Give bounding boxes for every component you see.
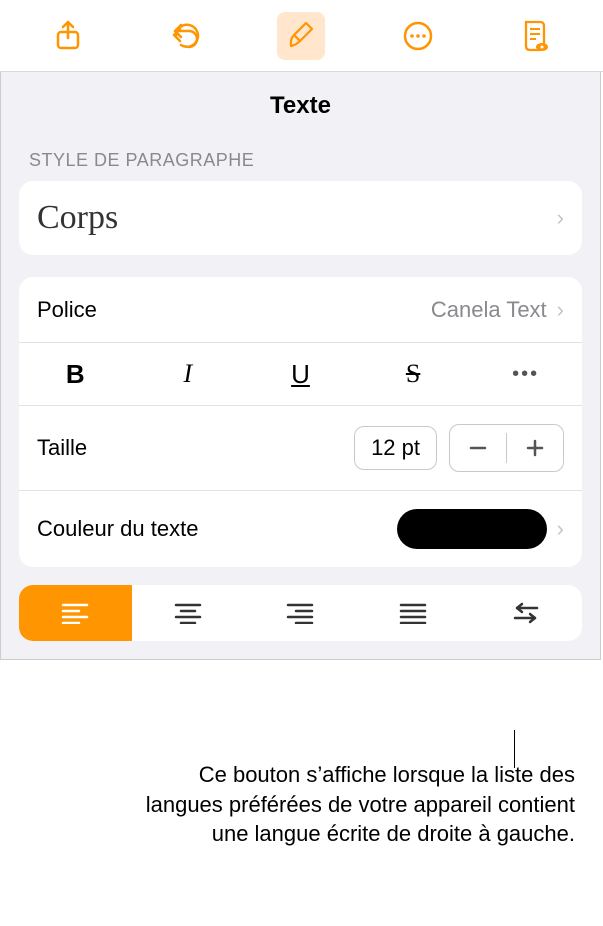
- size-stepper: [449, 424, 564, 472]
- panel-title: Texte: [1, 72, 600, 150]
- size-label: Taille: [37, 435, 354, 461]
- align-center-icon: [174, 602, 202, 624]
- paragraph-style-card: Corps ›: [19, 181, 582, 255]
- underline-button[interactable]: U: [244, 343, 357, 405]
- paragraph-style-name: Corps: [37, 199, 547, 237]
- chevron-right-icon: ›: [557, 297, 564, 323]
- reader-button[interactable]: [511, 12, 559, 60]
- size-decrease-button[interactable]: [450, 425, 506, 471]
- plus-icon: [525, 438, 545, 458]
- format-panel: Texte STYLE DE PARAGRAPHE Corps › Police…: [0, 72, 601, 660]
- share-icon: [54, 20, 82, 52]
- more-styles-button[interactable]: •••: [469, 343, 582, 405]
- document-eye-icon: [520, 19, 550, 53]
- size-value[interactable]: 12 pt: [354, 426, 437, 470]
- size-increase-button[interactable]: [507, 425, 563, 471]
- paragraph-style-header: STYLE DE PARAGRAPHE: [1, 150, 600, 181]
- align-right-icon: [286, 602, 314, 624]
- align-center-button[interactable]: [132, 585, 245, 641]
- italic-button[interactable]: I: [132, 343, 245, 405]
- size-row: Taille 12 pt: [19, 406, 582, 491]
- font-value: Canela Text: [431, 297, 547, 323]
- top-toolbar: [0, 0, 603, 72]
- undo-button[interactable]: [161, 12, 209, 60]
- color-swatch[interactable]: [397, 509, 547, 549]
- align-justify-button[interactable]: [357, 585, 470, 641]
- paragraph-style-row[interactable]: Corps ›: [19, 181, 582, 255]
- ellipsis-circle-icon: [402, 20, 434, 52]
- text-color-label: Couleur du texte: [37, 516, 397, 542]
- undo-icon: [169, 22, 201, 50]
- strikethrough-button[interactable]: S: [357, 343, 470, 405]
- align-justify-icon: [399, 602, 427, 624]
- share-button[interactable]: [44, 12, 92, 60]
- bidi-arrows-icon: [511, 601, 541, 625]
- callout-text: Ce bouton s’affiche lorsque la liste des…: [135, 760, 575, 849]
- more-menu-button[interactable]: [394, 12, 442, 60]
- align-left-icon: [61, 602, 89, 624]
- bold-button[interactable]: B: [19, 343, 132, 405]
- text-color-row[interactable]: Couleur du texte ›: [19, 491, 582, 567]
- style-buttons-row: B I U S •••: [19, 343, 582, 406]
- align-left-button[interactable]: [19, 585, 132, 641]
- text-properties-card: Police Canela Text › B I U S ••• Taille …: [19, 277, 582, 567]
- font-row[interactable]: Police Canela Text ›: [19, 277, 582, 343]
- text-direction-button[interactable]: [469, 585, 582, 641]
- font-label: Police: [37, 297, 431, 323]
- chevron-right-icon: ›: [557, 516, 564, 542]
- align-right-button[interactable]: [244, 585, 357, 641]
- chevron-right-icon: ›: [557, 205, 564, 231]
- minus-icon: [468, 438, 488, 458]
- alignment-row: [19, 585, 582, 641]
- paintbrush-icon: [286, 20, 316, 52]
- format-button[interactable]: [277, 12, 325, 60]
